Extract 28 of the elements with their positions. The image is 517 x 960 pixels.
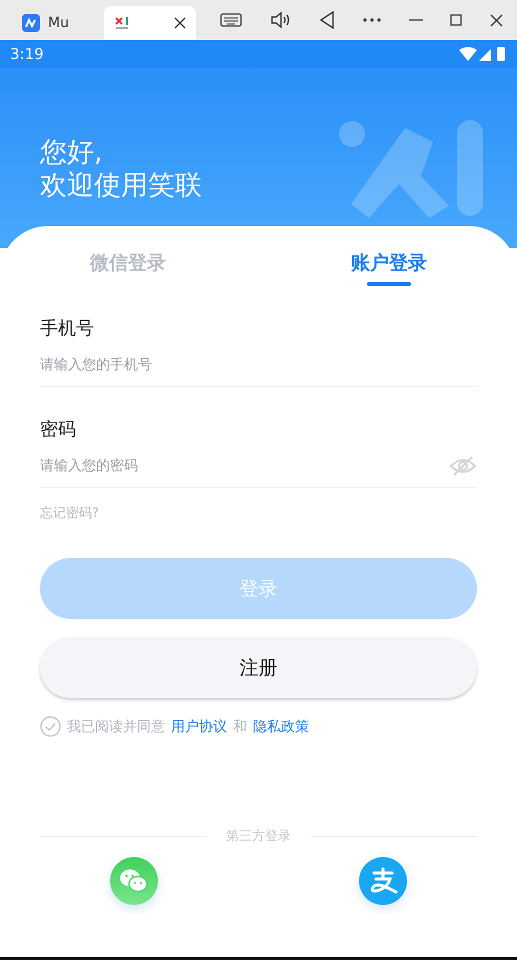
login-tab[interactable]: 账户登录: [351, 250, 427, 286]
field-label: 手机号: [40, 317, 95, 340]
back-icon[interactable]: [319, 11, 336, 29]
payment-icon: [368, 866, 398, 896]
greeting-text: 欢迎使用笑联: [40, 169, 202, 202]
register-button[interactable]: 注册: [40, 637, 477, 698]
third-party-label: 第三方登录: [226, 828, 291, 845]
chat-bubbles-icon: [119, 868, 149, 894]
more-icon[interactable]: [362, 18, 381, 22]
keyboard-icon[interactable]: [220, 13, 242, 27]
privacy-policy-link[interactable]: 隐私政策: [253, 718, 309, 736]
close-icon[interactable]: [490, 14, 504, 26]
app-icon: [22, 14, 40, 32]
status-time: 3:19: [10, 45, 44, 63]
user-agreement-link[interactable]: 用户协议: [171, 718, 227, 736]
tab-label: Mu: [48, 15, 69, 31]
field-label: 密码: [40, 418, 77, 441]
maximize-icon[interactable]: [450, 14, 462, 26]
minimize-icon[interactable]: [408, 19, 423, 21]
agreement-text: 我已阅读并同意: [67, 718, 165, 736]
browser-tab[interactable]: Mu: [12, 6, 104, 40]
agree-checkbox[interactable]: [40, 716, 61, 737]
close-icon[interactable]: [174, 17, 186, 29]
alipay-login-button[interactable]: [359, 857, 407, 905]
greeting-text: 您好,: [40, 136, 104, 169]
agreement-text: 和: [233, 718, 247, 736]
speaker-icon[interactable]: [270, 11, 292, 29]
status-icons: [459, 46, 507, 62]
